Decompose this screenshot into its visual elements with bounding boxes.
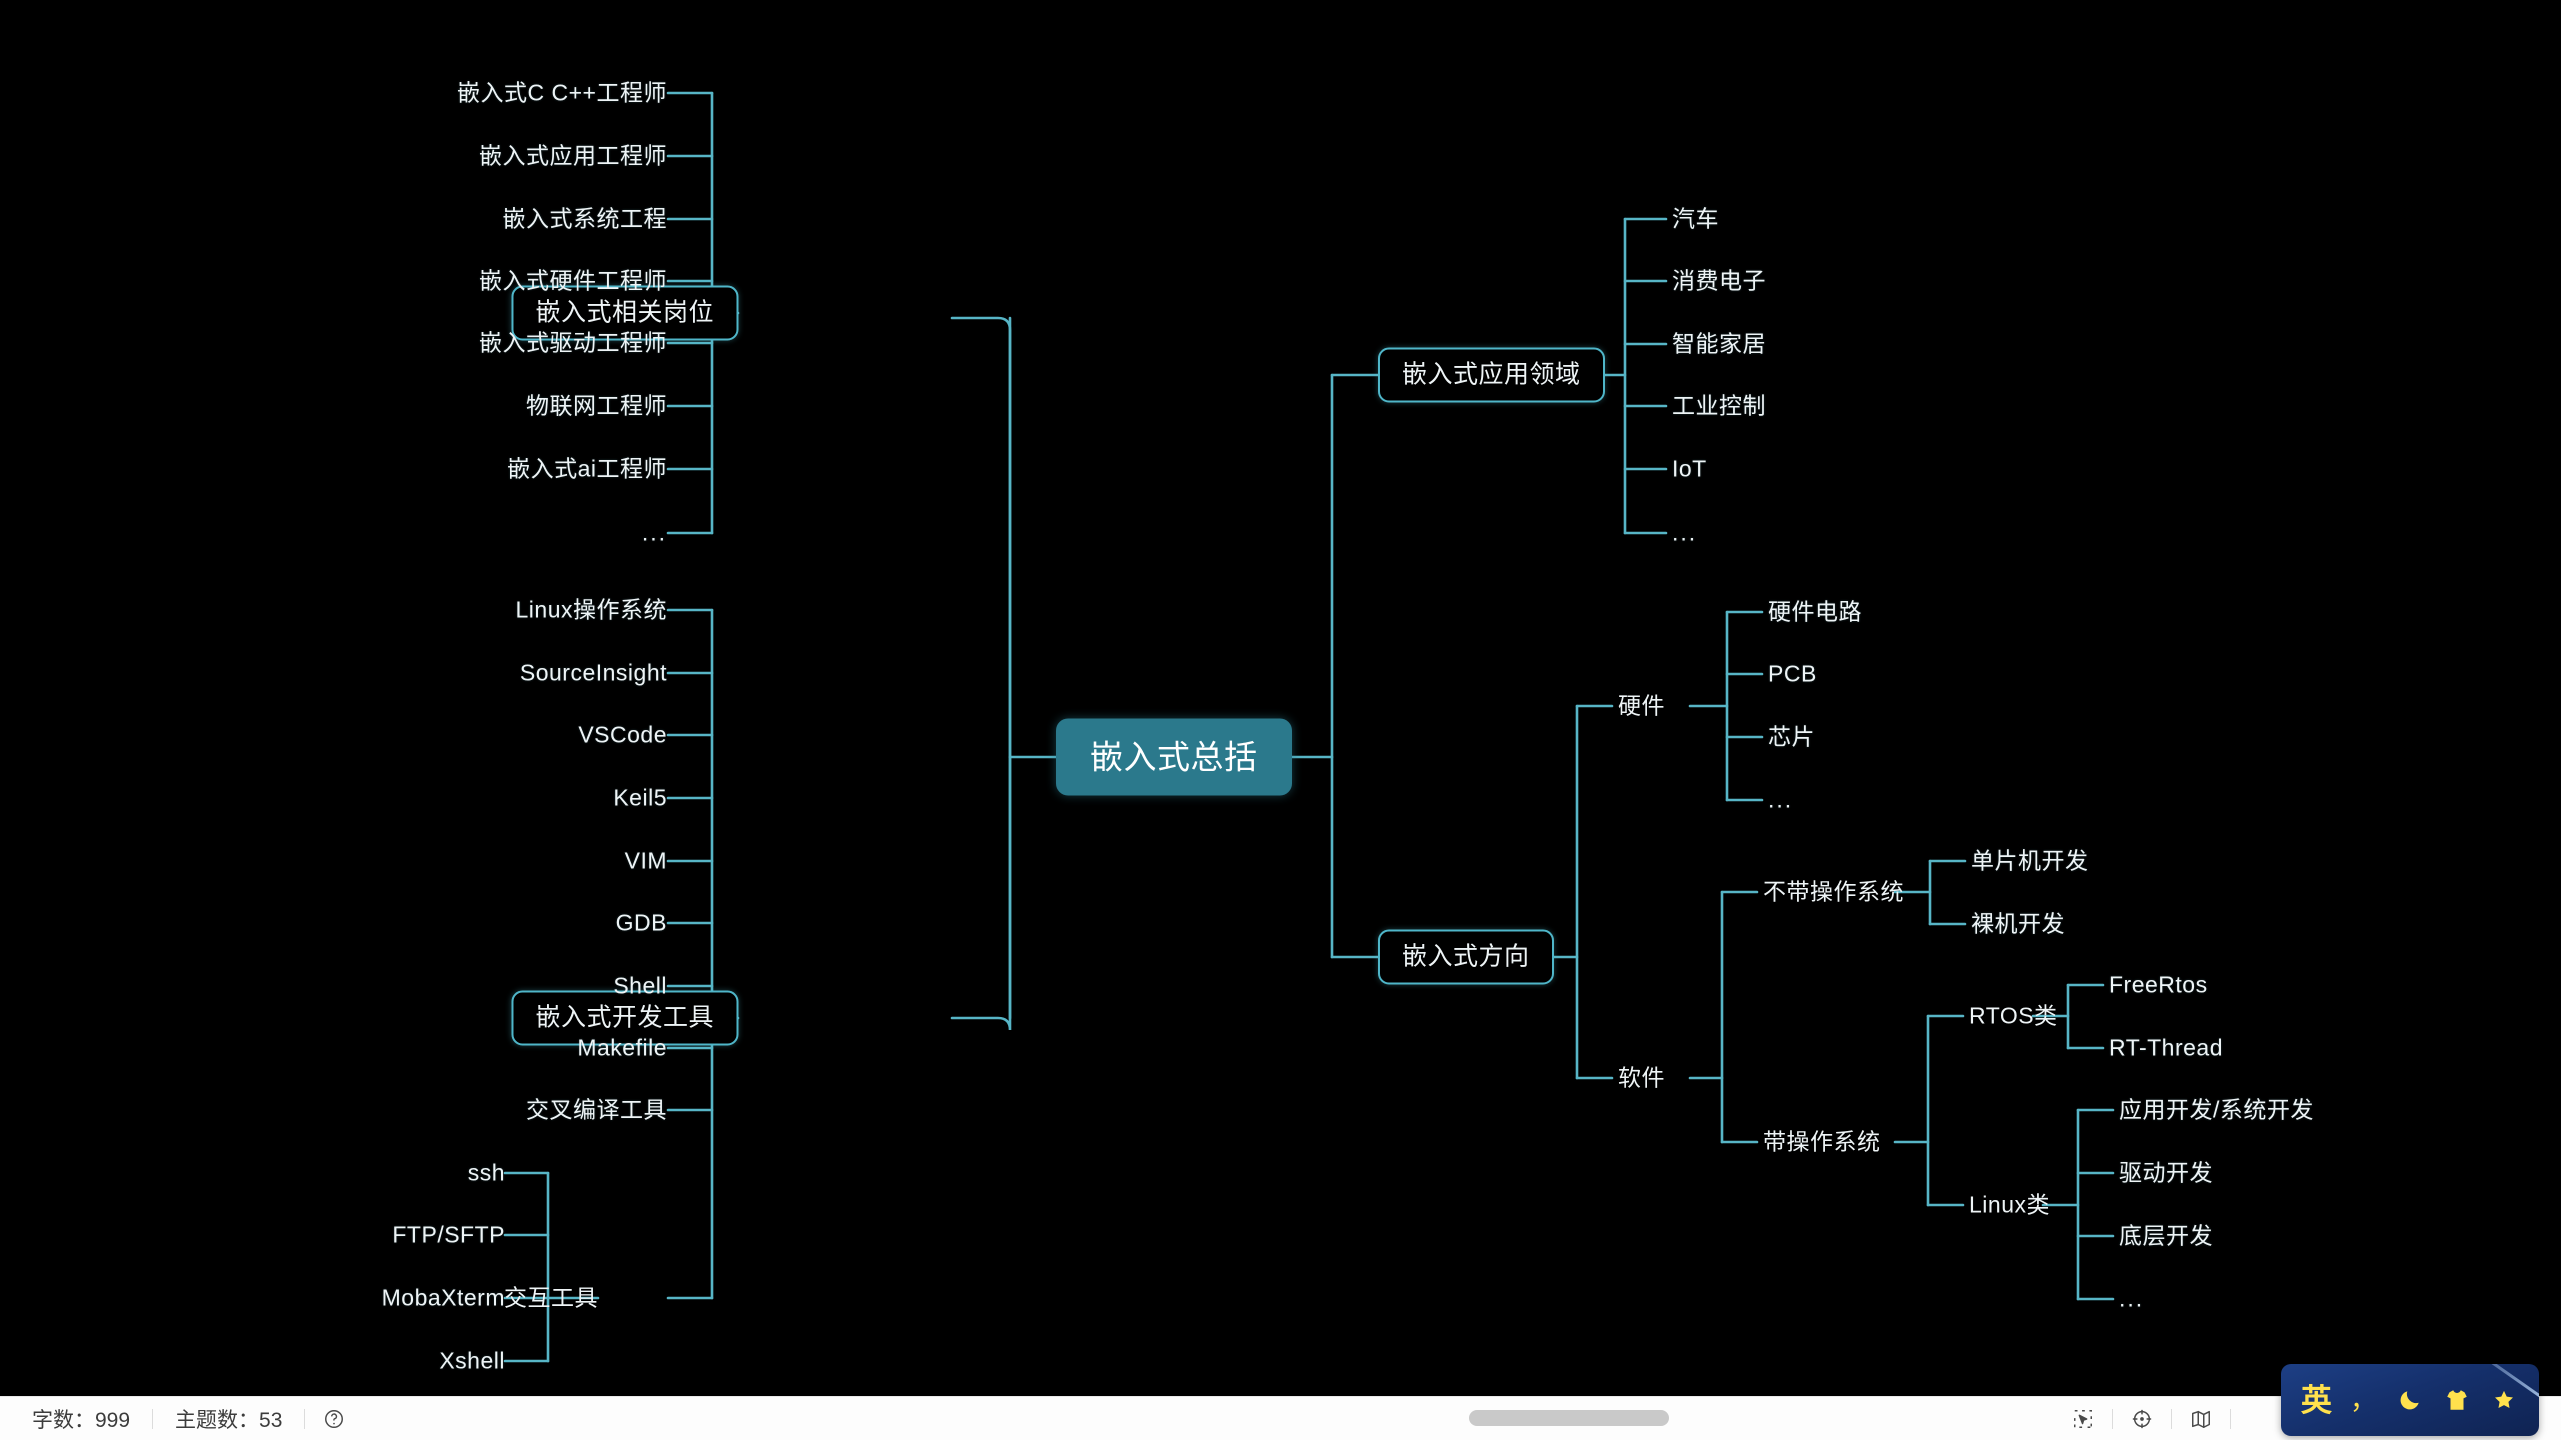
topic-count-label: 主题数： xyxy=(175,1408,260,1432)
help-circle-icon[interactable] xyxy=(321,1406,347,1432)
leaf-gdb[interactable]: GDB xyxy=(616,911,667,935)
leaf-ssh[interactable]: ssh xyxy=(468,1161,505,1185)
leaf-sourceinsight[interactable]: SourceInsight xyxy=(520,661,667,685)
leaf-driver-development[interactable]: 驱动开发 xyxy=(2119,1161,2213,1185)
star-icon[interactable] xyxy=(2483,1379,2525,1421)
ime-punctuation-toggle[interactable]: ， xyxy=(2342,1379,2384,1421)
leaf-automotive[interactable]: 汽车 xyxy=(1672,207,1719,231)
mid-node-with-os[interactable]: 带操作系统 xyxy=(1763,1130,1881,1154)
status-divider-5 xyxy=(2230,1408,2231,1429)
leaf-makefile[interactable]: Makefile xyxy=(577,1036,667,1060)
center-target-icon[interactable] xyxy=(2129,1406,2155,1432)
leaf-chip[interactable]: 芯片 xyxy=(1768,725,1815,749)
mindmap-canvas[interactable]: 嵌入式总括 嵌入式相关岗位 嵌入式C C++工程师 嵌入式应用工程师 嵌入式系统… xyxy=(0,0,2561,1396)
leaf-industrial-control[interactable]: 工业控制 xyxy=(1672,394,1766,418)
leaf-smart-home[interactable]: 智能家居 xyxy=(1672,332,1766,356)
branch-node-embedded-application-domains[interactable]: 嵌入式应用领域 xyxy=(1378,347,1605,403)
mid-node-software[interactable]: 软件 xyxy=(1618,1066,1665,1090)
leaf-cross-compile-tools[interactable]: 交叉编译工具 xyxy=(526,1098,667,1122)
ime-language-toggle[interactable]: 英 xyxy=(2295,1379,2337,1421)
leaf-low-level-development[interactable]: 底层开发 xyxy=(2119,1224,2213,1248)
topic-count-value: 53 xyxy=(259,1408,283,1432)
leaf-app-system-development[interactable]: 应用开发/系统开发 xyxy=(2119,1098,2314,1122)
leaf-consumer-electronics[interactable]: 消费电子 xyxy=(1672,269,1766,293)
mid-node-interaction-tools[interactable]: 交互工具 xyxy=(504,1286,598,1310)
leaf-domains-more[interactable]: ... xyxy=(1672,521,1697,545)
ime-floating-toolbar[interactable]: 英 ， xyxy=(2281,1364,2539,1436)
leaf-jobs-more[interactable]: ... xyxy=(642,521,667,545)
status-divider-3 xyxy=(2112,1408,2113,1429)
leaf-rt-thread[interactable]: RT-Thread xyxy=(2109,1036,2223,1060)
status-bar: 字数：999 主题数：53 xyxy=(0,1396,2561,1440)
leaf-vscode[interactable]: VSCode xyxy=(578,723,667,747)
leaf-iot[interactable]: IoT xyxy=(1672,457,1707,481)
moon-icon[interactable] xyxy=(2389,1379,2431,1421)
leaf-freertos[interactable]: FreeRtos xyxy=(2109,973,2208,997)
leaf-hardware-circuit[interactable]: 硬件电路 xyxy=(1768,600,1862,624)
mindmap-application: 嵌入式总括 嵌入式相关岗位 嵌入式C C++工程师 嵌入式应用工程师 嵌入式系统… xyxy=(0,0,2561,1440)
status-divider-2 xyxy=(304,1408,306,1429)
leaf-linux-os[interactable]: Linux操作系统 xyxy=(516,598,667,622)
mid-node-linux-category[interactable]: Linux类 xyxy=(1969,1193,2050,1217)
leaf-embedded-system-engineer[interactable]: 嵌入式系统工程 xyxy=(503,207,668,231)
leaf-embedded-driver-engineer[interactable]: 嵌入式驱动工程师 xyxy=(479,331,667,355)
leaf-embedded-ai-engineer[interactable]: 嵌入式ai工程师 xyxy=(507,457,667,481)
word-count-label: 字数： xyxy=(32,1408,95,1432)
status-divider-4 xyxy=(2171,1408,2172,1429)
leaf-vim[interactable]: VIM xyxy=(625,849,667,873)
leaf-embedded-application-engineer[interactable]: 嵌入式应用工程师 xyxy=(479,144,667,168)
leaf-shell[interactable]: Shell xyxy=(613,974,667,998)
leaf-hardware-more[interactable]: ... xyxy=(1768,788,1793,812)
leaf-linux-more[interactable]: ... xyxy=(2119,1287,2144,1311)
leaf-mobaxterm[interactable]: MobaXterm xyxy=(382,1286,505,1310)
selection-cursor-icon[interactable] xyxy=(2070,1406,2096,1432)
topic-count: 主题数：53 xyxy=(153,1404,304,1434)
status-bar-left-group: 字数：999 主题数：53 xyxy=(0,1404,363,1434)
leaf-embedded-hardware-engineer[interactable]: 嵌入式硬件工程师 xyxy=(479,269,667,293)
leaf-mcu-development[interactable]: 单片机开发 xyxy=(1971,849,2089,873)
root-node[interactable]: 嵌入式总括 xyxy=(1056,718,1292,796)
mid-node-rtos-category[interactable]: RTOS类 xyxy=(1969,1004,2058,1028)
mindmap-connector-lines xyxy=(503,91,2115,1363)
word-count: 字数：999 xyxy=(10,1404,152,1434)
word-count-value: 999 xyxy=(95,1408,131,1432)
horizontal-scrollbar-track[interactable] xyxy=(363,1397,2054,1440)
leaf-iot-engineer[interactable]: 物联网工程师 xyxy=(526,394,667,418)
horizontal-scrollbar-thumb[interactable] xyxy=(1469,1409,1670,1426)
leaf-xshell[interactable]: Xshell xyxy=(439,1349,505,1373)
leaf-pcb[interactable]: PCB xyxy=(1768,662,1817,686)
leaf-ftp-sftp[interactable]: FTP/SFTP xyxy=(392,1223,505,1247)
leaf-bare-metal-development[interactable]: 裸机开发 xyxy=(1971,912,2065,936)
mid-node-hardware[interactable]: 硬件 xyxy=(1618,694,1665,718)
mid-node-without-os[interactable]: 不带操作系统 xyxy=(1763,880,1904,904)
leaf-keil5[interactable]: Keil5 xyxy=(613,786,667,810)
outline-map-icon[interactable] xyxy=(2188,1406,2214,1432)
shirt-icon[interactable] xyxy=(2436,1379,2478,1421)
branch-node-embedded-directions[interactable]: 嵌入式方向 xyxy=(1378,929,1554,985)
leaf-embedded-c-cpp-engineer[interactable]: 嵌入式C C++工程师 xyxy=(457,81,667,105)
